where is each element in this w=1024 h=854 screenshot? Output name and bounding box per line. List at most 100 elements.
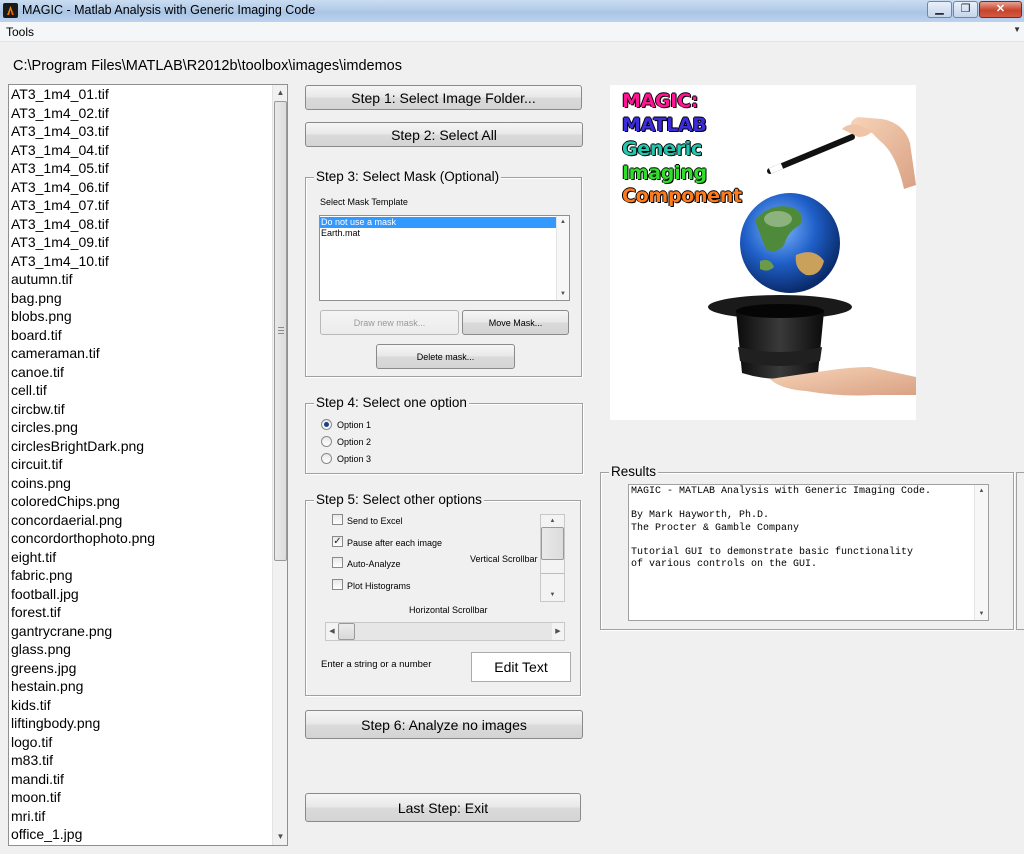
option-checkbox-label[interactable]: Send to Excel xyxy=(347,516,403,526)
horizontal-scroll-track[interactable] xyxy=(355,623,552,640)
menu-bar: Tools ▼ xyxy=(0,22,1024,42)
file-list-item[interactable]: logo.tif xyxy=(11,733,273,752)
results-text-line xyxy=(631,535,971,547)
file-list-item[interactable]: AT3_1m4_01.tif xyxy=(11,85,273,104)
file-list-item[interactable]: AT3_1m4_06.tif xyxy=(11,178,273,197)
exit-button[interactable]: Last Step: Exit xyxy=(305,793,581,822)
menu-tools[interactable]: Tools xyxy=(6,25,34,39)
file-list-item[interactable]: moon.tif xyxy=(11,788,273,807)
file-list-item[interactable]: forest.tif xyxy=(11,603,273,622)
file-list-item[interactable]: AT3_1m4_07.tif xyxy=(11,196,273,215)
file-list-item[interactable]: coloredChips.png xyxy=(11,492,273,511)
file-list-item[interactable]: fabric.png xyxy=(11,566,273,585)
file-list-item[interactable]: concordaerial.png xyxy=(11,511,273,530)
scroll-down-arrow-icon[interactable]: ▼ xyxy=(557,288,569,300)
scroll-up-arrow-icon[interactable]: ▲ xyxy=(557,216,569,228)
file-list-item[interactable]: circbw.tif xyxy=(11,400,273,419)
results-textbox[interactable]: MAGIC - MATLAB Analysis with Generic Ima… xyxy=(628,484,989,621)
file-list-item[interactable]: AT3_1m4_03.tif xyxy=(11,122,273,141)
horizontal-scroll-thumb[interactable] xyxy=(338,623,355,640)
window-title: MAGIC - Matlab Analysis with Generic Ima… xyxy=(22,3,316,17)
option-radio-label[interactable]: Option 1 xyxy=(337,420,371,430)
option-checkbox[interactable]: ✓ xyxy=(332,535,343,547)
scroll-right-arrow-icon[interactable]: ▶ xyxy=(552,623,564,640)
results-text-line: The Procter & Gamble Company xyxy=(631,522,800,534)
file-list-item[interactable]: cameraman.tif xyxy=(11,344,273,363)
step2-select-all-button[interactable]: Step 2: Select All xyxy=(305,122,583,147)
scroll-up-arrow-icon[interactable]: ▲ xyxy=(541,515,564,527)
vertical-scroll-thumb[interactable] xyxy=(541,527,564,560)
file-list-item[interactable]: greens.jpg xyxy=(11,659,273,678)
file-list-item[interactable]: AT3_1m4_08.tif xyxy=(11,215,273,234)
file-list-item[interactable]: circles.png xyxy=(11,418,273,437)
file-list-item[interactable]: AT3_1m4_09.tif xyxy=(11,233,273,252)
file-list-item[interactable]: mri.tif xyxy=(11,807,273,826)
maximize-button[interactable]: ❐ xyxy=(953,1,978,18)
option-checkbox-label[interactable]: Auto-Analyze xyxy=(347,559,401,569)
results-title: Results xyxy=(609,464,659,480)
file-list-item[interactable]: hestain.png xyxy=(11,677,273,696)
scroll-left-arrow-icon[interactable]: ◀ xyxy=(326,623,338,640)
close-button[interactable]: ✕ xyxy=(979,1,1022,18)
scroll-up-arrow-icon[interactable]: ▲ xyxy=(273,85,287,101)
delete-mask-button[interactable]: Delete mask... xyxy=(376,344,515,369)
option-checkbox[interactable] xyxy=(332,557,343,568)
file-list-item[interactable]: cell.tif xyxy=(11,381,273,400)
option-checkbox-label[interactable]: Pause after each image xyxy=(347,538,442,548)
option-radio-label[interactable]: Option 3 xyxy=(337,454,371,464)
scroll-up-arrow-icon[interactable]: ▲ xyxy=(975,485,988,497)
scroll-down-arrow-icon[interactable]: ▼ xyxy=(541,589,564,601)
file-list-item[interactable]: autumn.tif xyxy=(11,270,273,289)
option-checkbox[interactable] xyxy=(332,514,343,525)
file-list-item[interactable]: mandi.tif xyxy=(11,770,273,789)
results-scrollbar[interactable]: ▲ ▼ xyxy=(974,485,988,620)
file-list-item[interactable]: AT3_1m4_04.tif xyxy=(11,141,273,160)
scroll-thumb[interactable] xyxy=(274,101,287,561)
mask-list-item[interactable]: Do not use a mask xyxy=(320,217,557,228)
file-list-item[interactable]: board.tif xyxy=(11,326,273,345)
option-radio-button[interactable] xyxy=(321,436,332,447)
toolbar-expand-icon[interactable]: ▼ xyxy=(1013,25,1021,34)
horizontal-scrollbar[interactable]: ◀ ▶ xyxy=(325,622,565,641)
file-list-item[interactable]: eight.tif xyxy=(11,548,273,567)
option-radio-label[interactable]: Option 2 xyxy=(337,437,371,447)
option-checkbox-label[interactable]: Plot Histograms xyxy=(347,581,411,591)
file-list-item[interactable]: circuit.tif xyxy=(11,455,273,474)
file-list-item[interactable]: circlesBrightDark.png xyxy=(11,437,273,456)
file-list-item[interactable]: coins.png xyxy=(11,474,273,493)
mask-list-scrollbar[interactable]: ▲ ▼ xyxy=(556,216,569,300)
results-text-line: of various controls on the GUI. xyxy=(631,559,818,571)
mask-list-item[interactable]: Earth.mat xyxy=(320,228,557,239)
file-list-item[interactable]: gantrycrane.png xyxy=(11,622,273,641)
move-mask-button[interactable]: Move Mask... xyxy=(462,310,569,335)
file-list-item[interactable]: canoe.tif xyxy=(11,363,273,382)
results-text-line xyxy=(631,498,971,510)
file-list-item[interactable]: AT3_1m4_05.tif xyxy=(11,159,273,178)
file-list-item[interactable]: blobs.png xyxy=(11,307,273,326)
file-list-item[interactable]: concordorthophoto.png xyxy=(11,529,273,548)
option-checkbox[interactable] xyxy=(332,578,343,590)
option-radio-button[interactable] xyxy=(321,419,332,430)
file-list-item[interactable]: liftingbody.png xyxy=(11,714,273,733)
file-list-scrollbar[interactable]: ▲ ▼ xyxy=(272,85,287,845)
step6-analyze-button[interactable]: Step 6: Analyze no images xyxy=(305,710,583,739)
step1-select-folder-button[interactable]: Step 1: Select Image Folder... xyxy=(305,85,582,110)
file-list-item[interactable]: glass.png xyxy=(11,640,273,659)
scroll-down-arrow-icon[interactable]: ▼ xyxy=(273,829,287,845)
file-list-item[interactable]: bag.png xyxy=(11,289,273,308)
vertical-scrollbar[interactable]: ▲ ▼ xyxy=(540,514,565,602)
draw-new-mask-button[interactable]: Draw new mask... xyxy=(320,310,459,335)
edit-text-field[interactable]: Edit Text xyxy=(471,652,571,682)
file-list-item[interactable]: AT3_1m4_02.tif xyxy=(11,104,273,123)
file-list-item[interactable]: kids.tif xyxy=(11,696,273,715)
file-list-item[interactable]: football.jpg xyxy=(11,585,273,604)
title-bar: MAGIC - Matlab Analysis with Generic Ima… xyxy=(0,0,1024,22)
image-file-listbox[interactable]: AT3_1m4_01.tif AT3_1m4_02.tif AT3_1m4_03.t… xyxy=(8,84,288,846)
file-list-item[interactable]: m83.tif xyxy=(11,751,273,770)
minimize-button[interactable]: ▁ xyxy=(927,1,952,18)
scroll-down-arrow-icon[interactable]: ▼ xyxy=(975,608,988,620)
file-list-item[interactable]: office_1.jpg xyxy=(11,825,273,844)
mask-listbox[interactable]: Do not use a mask Earth.mat ▲ ▼ xyxy=(319,215,570,301)
option-radio-button[interactable] xyxy=(321,453,332,464)
file-list-item[interactable]: AT3_1m4_10.tif xyxy=(11,252,273,271)
